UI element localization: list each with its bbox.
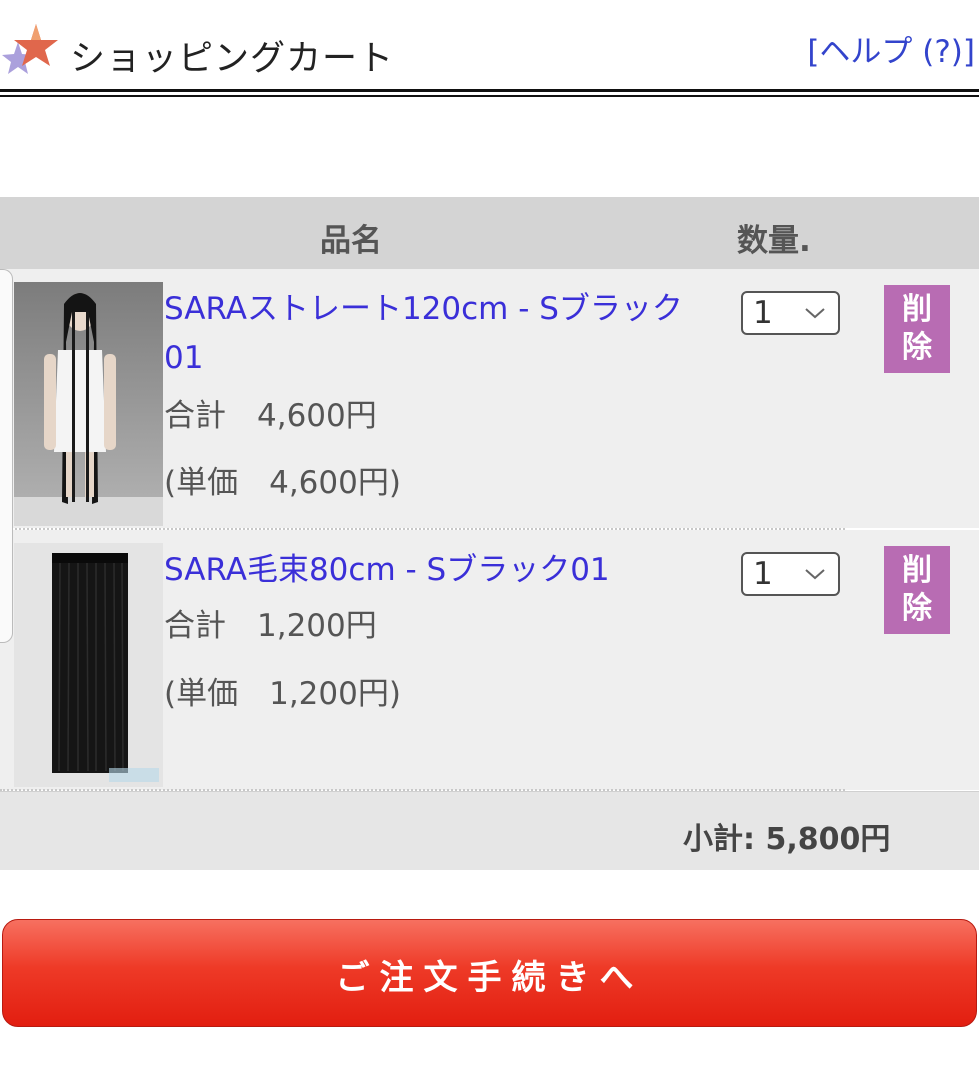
subtotal-text: 小計: 5,800円 <box>683 822 891 857</box>
cart-table-header: 品名 数量. <box>0 197 979 269</box>
quantity-select[interactable]: 1 <box>741 552 840 596</box>
product-name-link[interactable]: SARAストレート120cm - Sブラック01 <box>164 285 704 383</box>
cart-row: SARAストレート120cm - Sブラック01 合計 4,600円 (単価 4… <box>0 269 979 528</box>
delete-label-line2: 除 <box>902 591 932 626</box>
chevron-down-icon <box>805 308 825 319</box>
header-divider <box>0 89 979 92</box>
column-header-quantity: 数量. <box>737 223 811 259</box>
product-image[interactable] <box>14 543 163 787</box>
delete-label-line1: 削 <box>902 553 932 588</box>
product-name-link[interactable]: SARA毛束80cm - Sブラック01 <box>164 546 704 595</box>
subtotal-bar: 小計: 5,800円 <box>0 791 979 870</box>
delete-button[interactable]: 削 除 <box>884 285 950 373</box>
quantity-select[interactable]: 1 <box>741 291 840 335</box>
header-divider-secondary <box>0 95 979 97</box>
column-header-name: 品名 <box>320 223 382 259</box>
quantity-value: 1 <box>753 556 773 592</box>
delete-button[interactable]: 削 除 <box>884 546 950 634</box>
unit-price: (単価 4,600円) <box>164 465 401 501</box>
side-scroll-tab[interactable] <box>0 269 13 643</box>
unit-price: (単価 1,200円) <box>164 676 401 712</box>
page-header: ショッピングカート [ヘルプ (?)] <box>0 0 979 97</box>
cart-row: SARA毛束80cm - Sブラック01 合計 1,200円 (単価 1,200… <box>0 530 979 790</box>
chevron-down-icon <box>805 569 825 580</box>
long-black-wig-on-mannequin-icon <box>14 282 163 526</box>
delete-label-line1: 削 <box>902 292 932 327</box>
help-link[interactable]: [ヘルプ (?)] <box>807 26 975 71</box>
line-total: 合計 1,200円 <box>164 608 377 644</box>
black-hair-bundle-icon <box>14 543 163 787</box>
checkout-button-label: ご注文手続きへ <box>335 958 644 998</box>
delete-label-line2: 除 <box>902 330 932 365</box>
checkout-button[interactable]: ご注文手続きへ <box>2 919 977 1027</box>
product-image[interactable] <box>14 282 163 526</box>
page-title: ショッピングカート <box>70 39 395 79</box>
star-logo-icon <box>2 24 58 74</box>
quantity-value: 1 <box>753 295 773 331</box>
line-total: 合計 4,600円 <box>164 398 377 434</box>
